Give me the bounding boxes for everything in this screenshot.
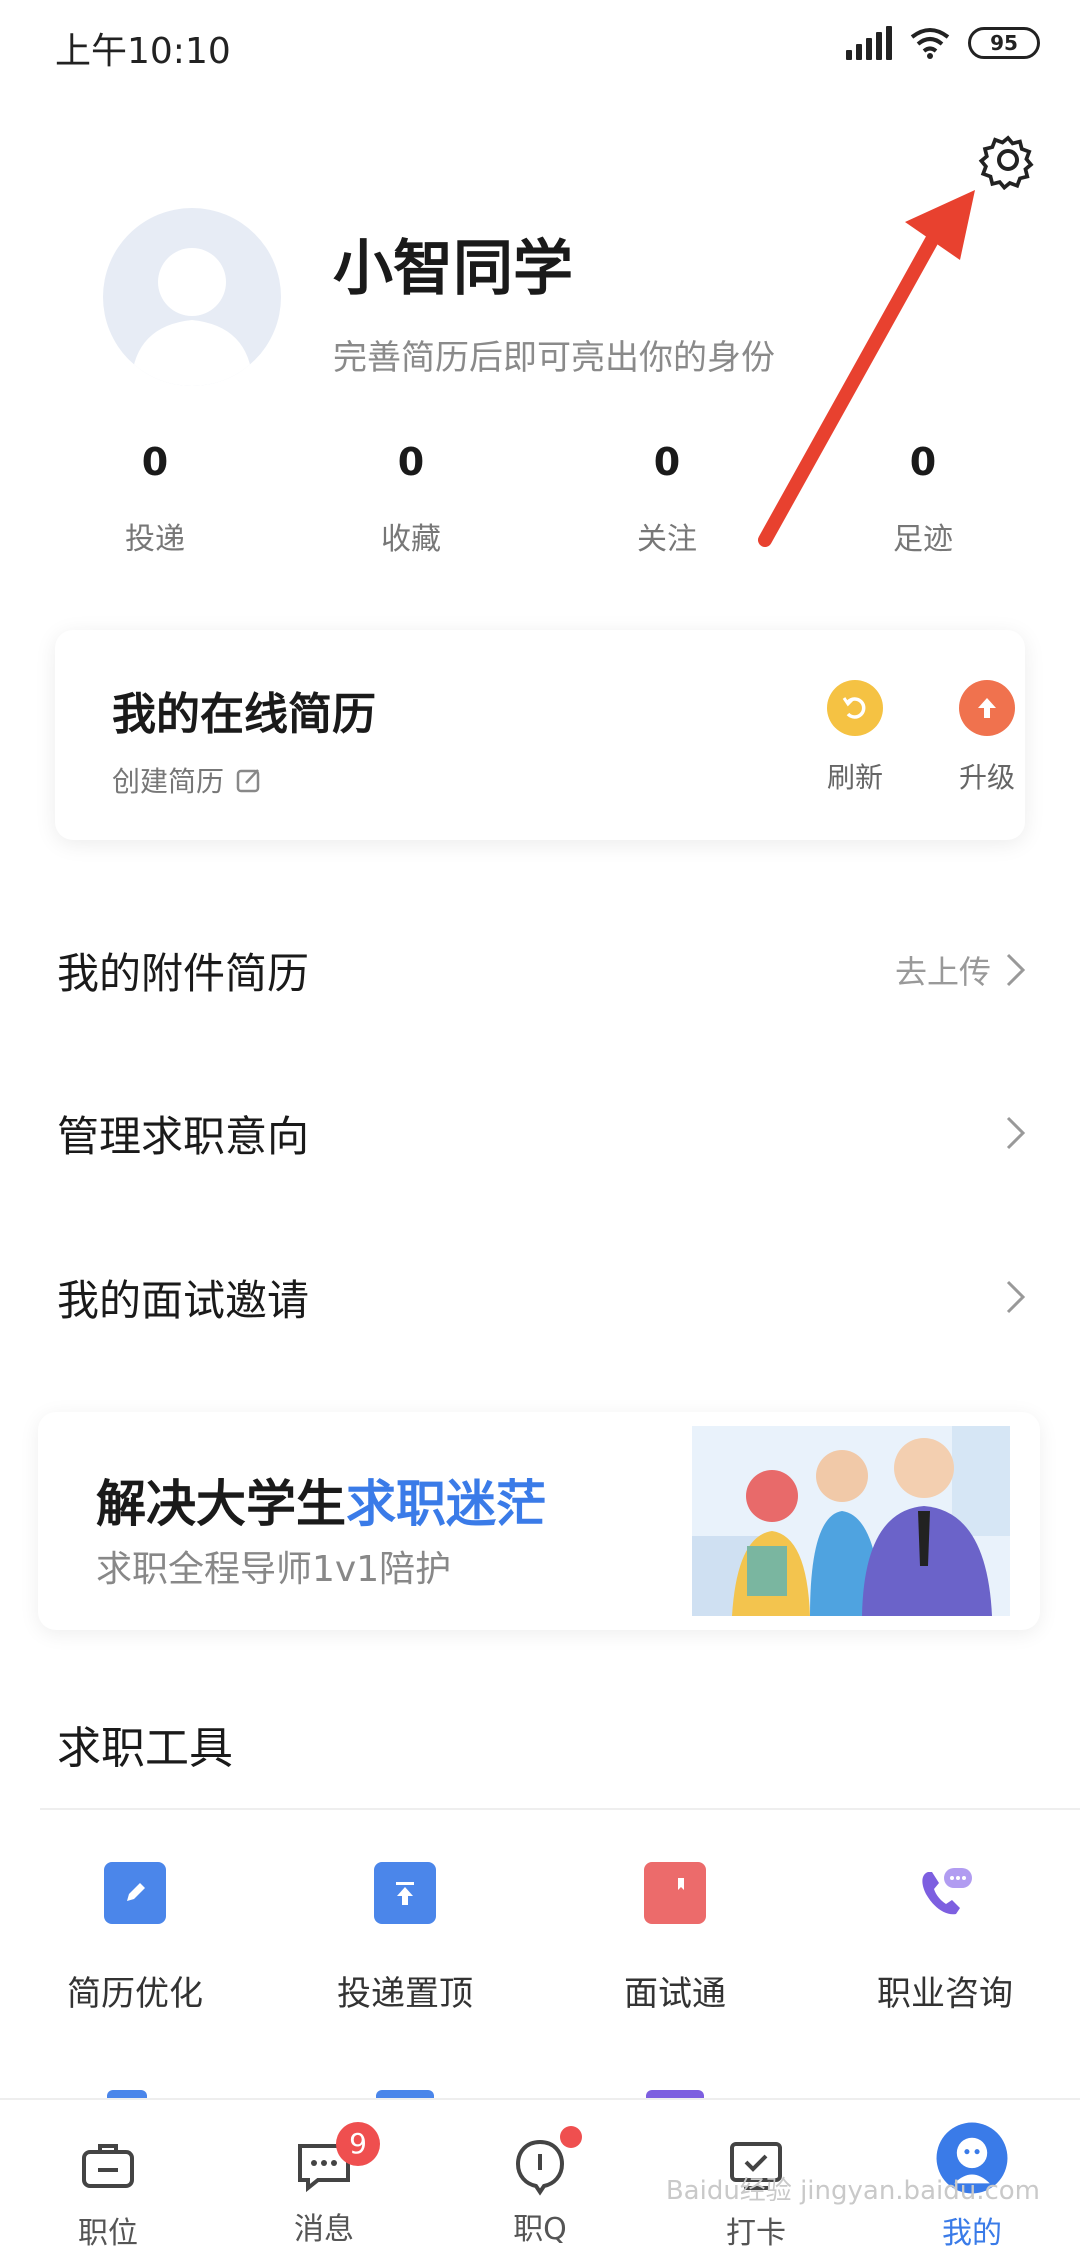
stat-value: 0 xyxy=(141,440,169,484)
stat-label: 投递 xyxy=(125,522,185,557)
career-guidance-banner[interactable]: 解决大学生求职迷茫 求职全程导师1v1陪护 xyxy=(38,1412,1040,1630)
pin-top-icon xyxy=(374,1862,436,1924)
stat-value: 0 xyxy=(653,440,681,484)
stat-value: 0 xyxy=(909,440,937,484)
divider xyxy=(40,1808,1080,1810)
status-icons: 95 xyxy=(846,26,1040,60)
tool-label: 投递置顶 xyxy=(337,1974,473,2014)
tool-label: 职业咨询 xyxy=(877,1974,1013,2014)
chevron-right-icon xyxy=(1006,953,1026,987)
nav-label: 打卡 xyxy=(726,2216,786,2251)
stat-label: 足迹 xyxy=(893,522,953,557)
banner-subtitle: 求职全程导师1v1陪护 xyxy=(96,1549,452,1590)
nav-label: 我的 xyxy=(942,2216,1002,2251)
edit-icon xyxy=(104,1862,166,1924)
profile-name[interactable]: 小智同学 xyxy=(333,220,573,307)
book-icon xyxy=(644,1862,706,1924)
tool-label: 面试通 xyxy=(624,1974,726,2014)
menu-label: 管理求职意向 xyxy=(57,1111,310,1161)
resume-card-title: 我的在线简历 xyxy=(112,689,376,740)
stat-label: 收藏 xyxy=(381,522,441,557)
menu-label: 我的面试邀请 xyxy=(57,1275,310,1325)
status-time: 上午10:10 xyxy=(55,31,231,72)
avatar-placeholder-icon xyxy=(131,248,253,386)
menu-label: 我的附件简历 xyxy=(57,948,310,998)
stat-favorites[interactable]: 0 收藏 xyxy=(283,440,539,558)
upgrade-arrow-icon xyxy=(959,680,1015,736)
upload-action-label: 去上传 xyxy=(894,953,991,991)
wifi-icon xyxy=(910,28,950,59)
avatar[interactable] xyxy=(103,208,281,386)
menu-interview-invites[interactable]: 我的面试邀请 xyxy=(57,1252,1027,1342)
menu-job-intent[interactable]: 管理求职意向 xyxy=(57,1088,1027,1178)
tools-section-title: 求职工具 xyxy=(57,1723,233,1774)
upgrade-button[interactable]: 升级 xyxy=(932,680,1042,796)
banner-title-highlight: 求职迷茫 xyxy=(346,1475,546,1533)
unread-badge: 9 xyxy=(336,2122,380,2166)
profile-stats: 0 投递 0 收藏 0 关注 0 足迹 xyxy=(0,440,1080,558)
tool-interview-pass[interactable]: 面试通 xyxy=(540,1862,810,2015)
stat-following[interactable]: 0 关注 xyxy=(539,440,795,558)
stat-footprints[interactable]: 0 足迹 xyxy=(795,440,1051,558)
nav-zhiq[interactable]: 职Q xyxy=(432,2100,648,2250)
chevron-right-icon xyxy=(1006,1116,1026,1150)
tool-career-consult[interactable]: 职业咨询 xyxy=(810,1862,1080,2015)
q-bubble-icon xyxy=(510,2126,582,2196)
banner-title-prefix: 解决大学生 xyxy=(96,1475,346,1533)
refresh-icon xyxy=(827,680,883,736)
banner-title: 解决大学生求职迷茫 xyxy=(96,1464,546,1536)
nav-label: 职位 xyxy=(78,2216,138,2251)
tool-delivery-pin[interactable]: 投递置顶 xyxy=(270,1862,540,2015)
tool-resume-optimize[interactable]: 简历优化 xyxy=(0,1862,270,2015)
watermark: Baidu经验 jingyan.baidu.com xyxy=(665,2176,1040,2206)
tool-label: 简历优化 xyxy=(67,1974,203,2014)
chevron-right-icon xyxy=(1006,1280,1026,1314)
briefcase-icon xyxy=(82,2144,134,2188)
edit-icon xyxy=(236,769,260,793)
nav-messages[interactable]: 9 消息 xyxy=(216,2100,432,2250)
create-resume-link[interactable]: 创建简历 xyxy=(112,760,262,800)
stat-value: 0 xyxy=(397,440,425,484)
stat-label: 关注 xyxy=(637,522,697,557)
message-icon: 9 xyxy=(294,2122,380,2196)
signal-icon xyxy=(846,26,892,60)
refresh-button[interactable]: 刷新 xyxy=(800,680,910,796)
tools-grid: 简历优化 投递置顶 面试通 职业咨询 xyxy=(0,1862,1080,2015)
upgrade-label: 升级 xyxy=(958,761,1015,794)
notification-dot xyxy=(560,2126,582,2148)
profile-subtitle[interactable]: 完善简历后即可亮出你的身份 xyxy=(333,330,775,379)
refresh-label: 刷新 xyxy=(826,761,883,794)
battery-icon: 95 xyxy=(968,27,1040,59)
phone-chat-icon xyxy=(914,1862,976,1924)
menu-attachment-resume[interactable]: 我的附件简历 去上传 xyxy=(57,925,1027,1015)
nav-label: 职Q xyxy=(513,2212,567,2247)
online-resume-card[interactable]: 我的在线简历 创建简历 刷新 升级 xyxy=(55,630,1025,840)
stat-deliveries[interactable]: 0 投递 xyxy=(27,440,283,558)
settings-gear-icon[interactable] xyxy=(978,130,1038,190)
banner-illustration xyxy=(692,1426,1010,1616)
nav-label: 消息 xyxy=(294,2212,354,2247)
nav-jobs[interactable]: 职位 xyxy=(0,2100,216,2251)
create-resume-label: 创建简历 xyxy=(112,765,225,798)
